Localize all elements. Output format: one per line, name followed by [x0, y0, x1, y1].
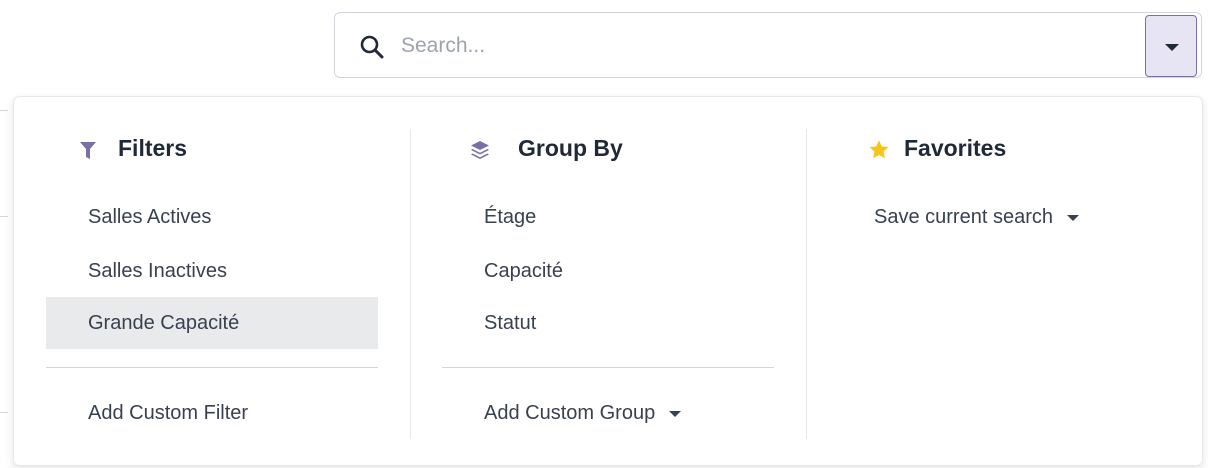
group-by-item-statut[interactable]: Statut: [442, 297, 774, 349]
add-custom-group-label: Add Custom Group: [484, 402, 656, 424]
background-divider: [0, 216, 8, 217]
search-icon: [359, 34, 385, 60]
filter-item-salles-inactives[interactable]: Salles Inactives: [46, 245, 378, 297]
save-current-search-button[interactable]: Save current search: [838, 191, 1170, 243]
filters-column: Filters Salles Actives Salles Inactives …: [46, 97, 378, 465]
background-divider: [0, 110, 8, 111]
column-divider: [410, 129, 411, 439]
add-custom-group-button[interactable]: Add Custom Group: [442, 387, 774, 439]
filter-icon: [80, 142, 96, 165]
caret-down-icon: [1066, 214, 1079, 221]
layers-icon: [470, 140, 490, 165]
search-bar: [334, 12, 1202, 78]
favorites-title: Favorites: [904, 135, 1007, 161]
caret-down-icon: [669, 410, 682, 417]
search-options-toggle-button[interactable]: [1145, 15, 1197, 77]
caret-down-icon: [1165, 44, 1179, 51]
group-by-item-capacite[interactable]: Capacité: [442, 245, 774, 297]
search-panel-dropdown: Filters Salles Actives Salles Inactives …: [13, 96, 1203, 466]
background-divider: [0, 412, 8, 413]
filters-separator: [46, 367, 378, 368]
filter-item-grande-capacite[interactable]: Grande Capacité: [46, 297, 378, 349]
star-icon: [868, 139, 890, 166]
group-by-title: Group By: [518, 135, 623, 161]
favorites-column: Favorites Save current search: [838, 97, 1178, 465]
add-custom-filter-button[interactable]: Add Custom Filter: [46, 387, 378, 439]
column-divider: [806, 129, 807, 439]
filter-item-salles-actives[interactable]: Salles Actives: [46, 191, 378, 243]
save-current-search-label: Save current search: [874, 206, 1053, 228]
group-by-column: Group By Étage Capacité Statut Add Custo…: [442, 97, 774, 465]
search-input[interactable]: [399, 27, 1099, 65]
group-by-separator: [442, 367, 774, 368]
group-by-item-etage[interactable]: Étage: [442, 191, 774, 243]
filters-title: Filters: [118, 135, 188, 161]
